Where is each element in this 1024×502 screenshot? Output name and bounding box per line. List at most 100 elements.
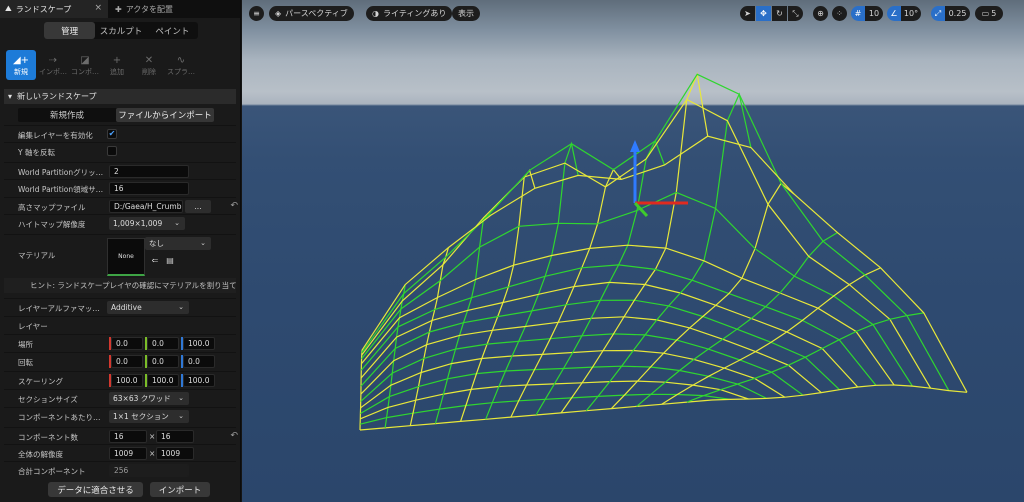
subtab-create-new[interactable]: 新規作成 [18, 108, 116, 122]
prop-label: ハイトマップ解像度 [18, 220, 86, 229]
fit-to-data-button[interactable]: データに適合させる [48, 482, 143, 497]
prop-label: コンポーネント数 [18, 433, 78, 442]
tab-landscape[interactable]: ⛰ ランドスケープ × [0, 0, 108, 18]
surface-snap-icon[interactable]: ⁘ [832, 6, 847, 21]
scale-mode-icon[interactable]: ⤡ [788, 6, 803, 21]
add-icon: + [112, 54, 122, 66]
subtab-import-file[interactable]: ファイルからインポート [116, 108, 214, 122]
show-label: 表示 [458, 9, 474, 18]
prop-label: 回転 [18, 358, 33, 367]
heightmap-file-input[interactable]: D:/Gaea/H_Crumb [109, 200, 183, 213]
level-viewport[interactable]: ≡ ◈ パースペクティブ ◑ ライティングあり 表示 ➤ ✥ ↻ ⤡ ⊕ ⁘ # 1… [242, 0, 1024, 502]
perspective-label: パースペクティブ [285, 9, 348, 18]
lighting-button[interactable]: ◑ ライティングあり [366, 6, 453, 21]
location-x-input[interactable]: 0.0 [111, 337, 143, 350]
tab-landscape-label: ランドスケープ [15, 4, 72, 14]
hamburger-menu-icon[interactable]: ≡ [249, 6, 264, 21]
chevron-down-icon: ⌄ [178, 412, 184, 420]
lighting-label: ライティングあり [382, 9, 447, 18]
rotation-y-input[interactable]: 0.0 [147, 355, 179, 368]
mode-selector: 管理 スカルプト ペイント [44, 22, 198, 39]
wire-col-line [585, 92, 752, 412]
scale-x-input[interactable]: 100.0 [111, 374, 143, 387]
scale-y-input[interactable]: 100.0 [147, 374, 179, 387]
use-selected-asset-icon[interactable]: ⇐ [150, 256, 160, 266]
world-coords-icon[interactable]: ⊕ [813, 6, 828, 21]
wp-region-input[interactable]: 16 [109, 182, 189, 195]
rotation-x-input[interactable]: 0.0 [111, 355, 143, 368]
prop-wp-grid: World Partitionグリッ… 2 [4, 162, 236, 179]
landscape-wireframe [359, 72, 968, 431]
show-button[interactable]: 表示 [452, 6, 480, 21]
camera-speed-value: 5 [991, 9, 997, 18]
edit-layers-checkbox[interactable]: ✔ [107, 129, 117, 139]
reset-arrow-icon[interactable]: ↶ [230, 431, 238, 441]
flip-y-checkbox[interactable] [107, 146, 117, 156]
location-y-input[interactable]: 0.0 [147, 337, 179, 350]
translate-mode-icon[interactable]: ✥ [756, 6, 771, 21]
wp-grid-input[interactable]: 2 [109, 165, 189, 178]
heightmap-res-dropdown[interactable]: 1,009×1,009 ⌄ [109, 217, 185, 230]
times-sign: × [149, 449, 156, 458]
dropdown-value: Additive [111, 303, 142, 312]
tool-new[interactable]: ◢+ 新規 [6, 50, 36, 80]
tool-add[interactable]: + 追加 [102, 50, 132, 80]
component-count-x-input[interactable]: 16 [109, 430, 147, 443]
wire-col-line [485, 141, 579, 420]
dropdown-value: 1×1 セクション [113, 412, 169, 421]
prop-label: World Partition領域サ… [18, 185, 104, 194]
tool-import-label: インポ… [39, 67, 67, 76]
material-dropdown[interactable]: なし ⌄ [145, 237, 211, 250]
overall-res-x-input[interactable]: 1009 [109, 447, 147, 460]
scale-z-input[interactable]: 100.0 [183, 374, 215, 387]
chevron-down-icon: ▾ [8, 92, 13, 101]
location-z-input[interactable]: 100.0 [183, 337, 215, 350]
perspective-button[interactable]: ◈ パースペクティブ [269, 6, 354, 21]
grid-snap-icon[interactable]: # [851, 6, 865, 21]
landscape-panel: ⛰ ランドスケープ × ✚ アクタを配置 管理 スカルプト ペイント ◢+ 新規 … [0, 0, 241, 502]
prop-flip-y: Y 軸を反転 [4, 142, 236, 159]
tool-delete[interactable]: ✕ 削除 [134, 50, 164, 80]
close-tab-icon[interactable]: × [94, 3, 102, 13]
rotation-snap-icon[interactable]: ∠ [887, 6, 901, 21]
wire-col-line [686, 312, 924, 403]
import-button[interactable]: インポート [150, 482, 210, 497]
rotation-snap-value[interactable]: 10° [901, 6, 921, 21]
tool-component[interactable]: ◪ コンポ… [70, 50, 100, 80]
prop-label: マテリアル [18, 251, 56, 260]
section-header-new-landscape[interactable]: ▾ 新しいランドスケープ [4, 89, 236, 104]
total-components-value: 256 [109, 464, 189, 477]
mode-paint[interactable]: ペイント [147, 22, 198, 39]
prop-scale: スケーリング 100.0 100.0 100.0 [4, 371, 236, 388]
rotate-mode-icon[interactable]: ↻ [772, 6, 787, 21]
tab-place-actors[interactable]: ✚ アクタを配置 [110, 0, 218, 18]
tool-import[interactable]: ⇢ インポ… [38, 50, 68, 80]
browse-asset-icon[interactable]: ▤ [165, 256, 175, 266]
camera-speed-button[interactable]: ▭ 5 [975, 6, 1003, 21]
reset-arrow-icon[interactable]: ↶ [230, 201, 238, 211]
section-size-dropdown[interactable]: 63×63 クワッド ⌄ [109, 392, 189, 405]
dropdown-value: なし [149, 239, 164, 248]
chevron-down-icon: ⌄ [178, 394, 184, 402]
tool-spline[interactable]: ∿ スプラ… [166, 50, 196, 80]
sections-per-component-dropdown[interactable]: 1×1 セクション ⌄ [109, 410, 189, 423]
prop-label: 編集レイヤーを有効化 [18, 131, 93, 140]
mode-manage[interactable]: 管理 [44, 22, 96, 39]
overall-res-y-input[interactable]: 1009 [156, 447, 194, 460]
prop-section-size: セクションサイズ 63×63 クワッド ⌄ [4, 389, 236, 406]
rotation-z-input[interactable]: 0.0 [183, 355, 215, 368]
browse-button[interactable]: ... [185, 200, 211, 213]
material-thumbnail[interactable]: None [107, 238, 145, 276]
select-mode-icon[interactable]: ➤ [740, 6, 755, 21]
prop-label: 高さマップファイル [18, 203, 86, 212]
prop-sections-per-component: コンポーネントあたり… 1×1 セクション ⌄ [4, 407, 236, 424]
grid-snap-value[interactable]: 10 [865, 6, 883, 21]
wire-col-line [711, 384, 968, 401]
dropdown-value: 63×63 クワッド [113, 394, 171, 403]
gizmo-z-arrowhead[interactable] [630, 140, 640, 152]
scale-snap-icon[interactable]: ⤢ [931, 6, 945, 21]
scale-snap-value[interactable]: 0.25 [945, 6, 970, 21]
component-count-y-input[interactable]: 16 [156, 430, 194, 443]
layer-alpha-dropdown[interactable]: Additive ⌄ [107, 301, 189, 314]
mode-sculpt[interactable]: スカルプト [95, 22, 146, 39]
